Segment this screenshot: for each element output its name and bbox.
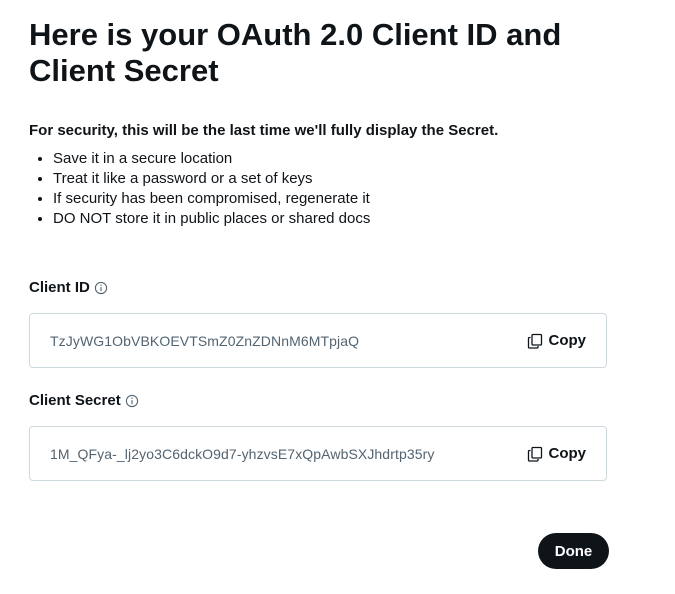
copy-label: Copy <box>548 445 587 462</box>
copy-icon <box>527 446 542 462</box>
list-item: Save it in a secure location <box>53 149 370 169</box>
client-id-value: TzJyWG1ObVBKOEVTSmZ0ZnZDNnM6MTpjaQ <box>50 332 360 349</box>
security-note: For security, this will be the last time… <box>29 122 499 139</box>
copy-icon <box>527 333 542 349</box>
info-icon[interactable] <box>94 281 108 295</box>
client-secret-value: 1M_QFya-_lj2yo3C6dckO9d7-yhzvsE7xQpAwbSX… <box>50 445 435 462</box>
copy-label: Copy <box>548 332 587 349</box>
client-secret-field: 1M_QFya-_lj2yo3C6dckO9d7-yhzvsE7xQpAwbSX… <box>29 426 607 481</box>
done-button[interactable]: Done <box>538 533 609 569</box>
client-id-field: TzJyWG1ObVBKOEVTSmZ0ZnZDNnM6MTpjaQ Copy <box>29 313 607 368</box>
client-secret-label: Client Secret <box>29 392 139 410</box>
security-tips-list: Save it in a secure location Treat it li… <box>29 149 370 229</box>
client-secret-label-text: Client Secret <box>29 392 121 409</box>
copy-client-secret-button[interactable]: Copy <box>527 445 587 462</box>
client-id-label-text: Client ID <box>29 279 90 296</box>
client-id-label: Client ID <box>29 279 108 297</box>
copy-client-id-button[interactable]: Copy <box>527 332 587 349</box>
page-title: Here is your OAuth 2.0 Client ID and Cli… <box>29 17 562 88</box>
list-item: DO NOT store it in public places or shar… <box>53 209 370 229</box>
list-item: Treat it like a password or a set of key… <box>53 169 370 189</box>
info-icon[interactable] <box>125 394 139 408</box>
list-item: If security has been compromised, regene… <box>53 189 370 209</box>
